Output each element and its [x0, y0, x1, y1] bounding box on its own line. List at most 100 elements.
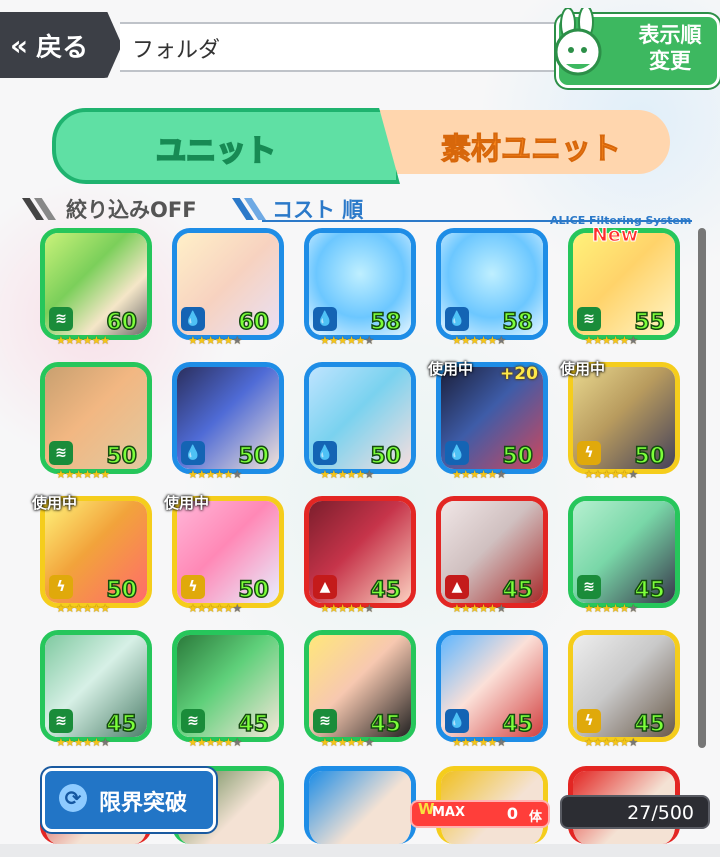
rarity-stars: ★★★★★★ [452, 468, 506, 481]
rarity-stars: ★★★★★★ [320, 736, 374, 749]
in-use-badge: 使用中 [164, 494, 210, 512]
rarity-stars: ★★★★★★ [188, 602, 242, 615]
unit-cost: 60 [238, 309, 270, 335]
unit-card[interactable]: ≋ 60 [40, 228, 152, 340]
filter-bar: 絞り込みOFF コスト 順 ALICE Filtering System [22, 194, 692, 227]
wind-element-icon: ≋ [49, 441, 73, 465]
in-use-badge: 使用中 [428, 360, 474, 378]
rarity-stars: ★★★★★★ [452, 334, 506, 347]
unit-cost: 45 [502, 711, 534, 737]
unit-cost: 50 [106, 577, 138, 603]
unit-card[interactable]: ≋ 50 [40, 362, 152, 474]
unit-card[interactable]: ≋ 45 [568, 496, 680, 608]
unit-card[interactable]: ≋ 45 [172, 630, 284, 742]
unit-cost: 45 [106, 711, 138, 737]
tab-material-unit[interactable]: 素材ユニット [371, 110, 670, 174]
footer-divider [0, 844, 720, 857]
plus-value-badge: +20 [500, 364, 538, 384]
unit-cost: 50 [106, 443, 138, 469]
thunder-element-icon: ϟ [577, 709, 601, 733]
unit-cost: 45 [370, 577, 402, 603]
rarity-stars: ★★★★★★ [452, 736, 506, 749]
rarity-stars: ★★★★★★ [452, 602, 506, 615]
unit-card[interactable]: ≋ 45 [304, 630, 416, 742]
wind-element-icon: ≋ [49, 307, 73, 331]
rarity-stars: ★★★★★★ [584, 736, 638, 749]
limit-break-label: 限界突破 [99, 791, 188, 816]
unit-tabs: 素材ユニット ユニット [52, 108, 672, 184]
rarity-stars: ★★★★★★ [584, 334, 638, 347]
fire-element-icon: ▲ [313, 575, 337, 599]
fire-element-icon: ▲ [445, 575, 469, 599]
unit-card[interactable]: ▲ 45 [304, 496, 416, 608]
tab-material-unit-label: 素材ユニット [441, 132, 622, 168]
unit-card[interactable]: 💧 60 [172, 228, 284, 340]
unit-cost: 50 [502, 443, 534, 469]
header: « 戻る フォルダ 表示順 変更 [0, 0, 720, 88]
unit-cost: 50 [370, 443, 402, 469]
water-element-icon: 💧 [313, 441, 337, 465]
unit-card[interactable]: 💧 45 [436, 630, 548, 742]
max-label: MAX [432, 805, 466, 820]
rarity-stars: ★★★★★★ [584, 468, 638, 481]
sort-order-label-line2: 変更 [649, 49, 691, 73]
unit-cost: 45 [502, 577, 534, 603]
unit-cost: 55 [634, 309, 666, 335]
max-unit: 体 [528, 810, 542, 825]
unit-portrait [309, 771, 411, 844]
wind-element-icon: ≋ [577, 575, 601, 599]
new-badge: New [591, 224, 639, 247]
wind-element-icon: ≋ [577, 307, 601, 331]
chevron-double-left-icon: « [10, 28, 28, 62]
unit-card[interactable]: 💧 50 [172, 362, 284, 474]
rabbit-icon [554, 8, 602, 76]
tab-unit[interactable]: ユニット [52, 108, 400, 184]
unit-card-partial[interactable] [304, 766, 416, 844]
owned-count: 27/500 [627, 802, 694, 824]
wind-element-icon: ≋ [181, 709, 205, 733]
rarity-stars: ★★★★★★ [188, 468, 242, 481]
owned-count-badge: 27/500 [560, 795, 710, 829]
wind-element-icon: ≋ [313, 709, 337, 733]
rarity-stars: ★★★★★★ [188, 736, 242, 749]
unit-card[interactable]: ≋ 45 [40, 630, 152, 742]
filter-toggle[interactable]: 絞り込みOFF [66, 194, 197, 224]
tab-unit-label: ユニット [155, 133, 277, 170]
unit-card[interactable]: 💧 50 [304, 362, 416, 474]
unit-cost: 45 [370, 711, 402, 737]
water-element-icon: 💧 [181, 307, 205, 331]
rarity-stars: ★★★★★★ [56, 468, 110, 481]
page-title: フォルダ [132, 38, 221, 63]
unit-card[interactable]: 💧 58 [436, 228, 548, 340]
unit-card[interactable]: 💧 58 [304, 228, 416, 340]
water-element-icon: 💧 [445, 441, 469, 465]
thunder-element-icon: ϟ [181, 575, 205, 599]
back-button[interactable]: « 戻る [0, 12, 122, 78]
wind-element-icon: ≋ [49, 709, 73, 733]
unit-cost: 45 [238, 711, 270, 737]
sort-order-label-line1: 表示順 [638, 23, 702, 47]
rarity-stars: ★★★★★★ [320, 602, 374, 615]
unit-card[interactable]: ϟ 45 [568, 630, 680, 742]
unit-cost: 50 [238, 443, 270, 469]
max-count: 0 [506, 804, 518, 823]
rarity-stars: ★★★★★★ [56, 334, 110, 347]
unit-cost: 50 [238, 577, 270, 603]
thunder-element-icon: ϟ [577, 441, 601, 465]
unit-cost: 50 [634, 443, 666, 469]
in-use-badge: 使用中 [560, 360, 606, 378]
water-element-icon: 💧 [445, 709, 469, 733]
back-button-label: 戻る [36, 32, 89, 63]
thunder-element-icon: ϟ [49, 575, 73, 599]
scrollbar[interactable] [698, 228, 706, 748]
unit-cost: 45 [634, 577, 666, 603]
refresh-icon: ⟳ [59, 784, 87, 812]
unit-cost: 45 [634, 711, 666, 737]
unit-cost: 58 [370, 309, 402, 335]
divider [262, 220, 692, 222]
page-title-bar: フォルダ [120, 22, 562, 72]
sort-order-button[interactable]: 表示順 変更 [546, 8, 720, 88]
limit-break-button[interactable]: ⟳ 限界突破 [42, 768, 216, 832]
rarity-stars: ★★★★★★ [56, 736, 110, 749]
unit-card[interactable]: ▲ 45 [436, 496, 548, 608]
